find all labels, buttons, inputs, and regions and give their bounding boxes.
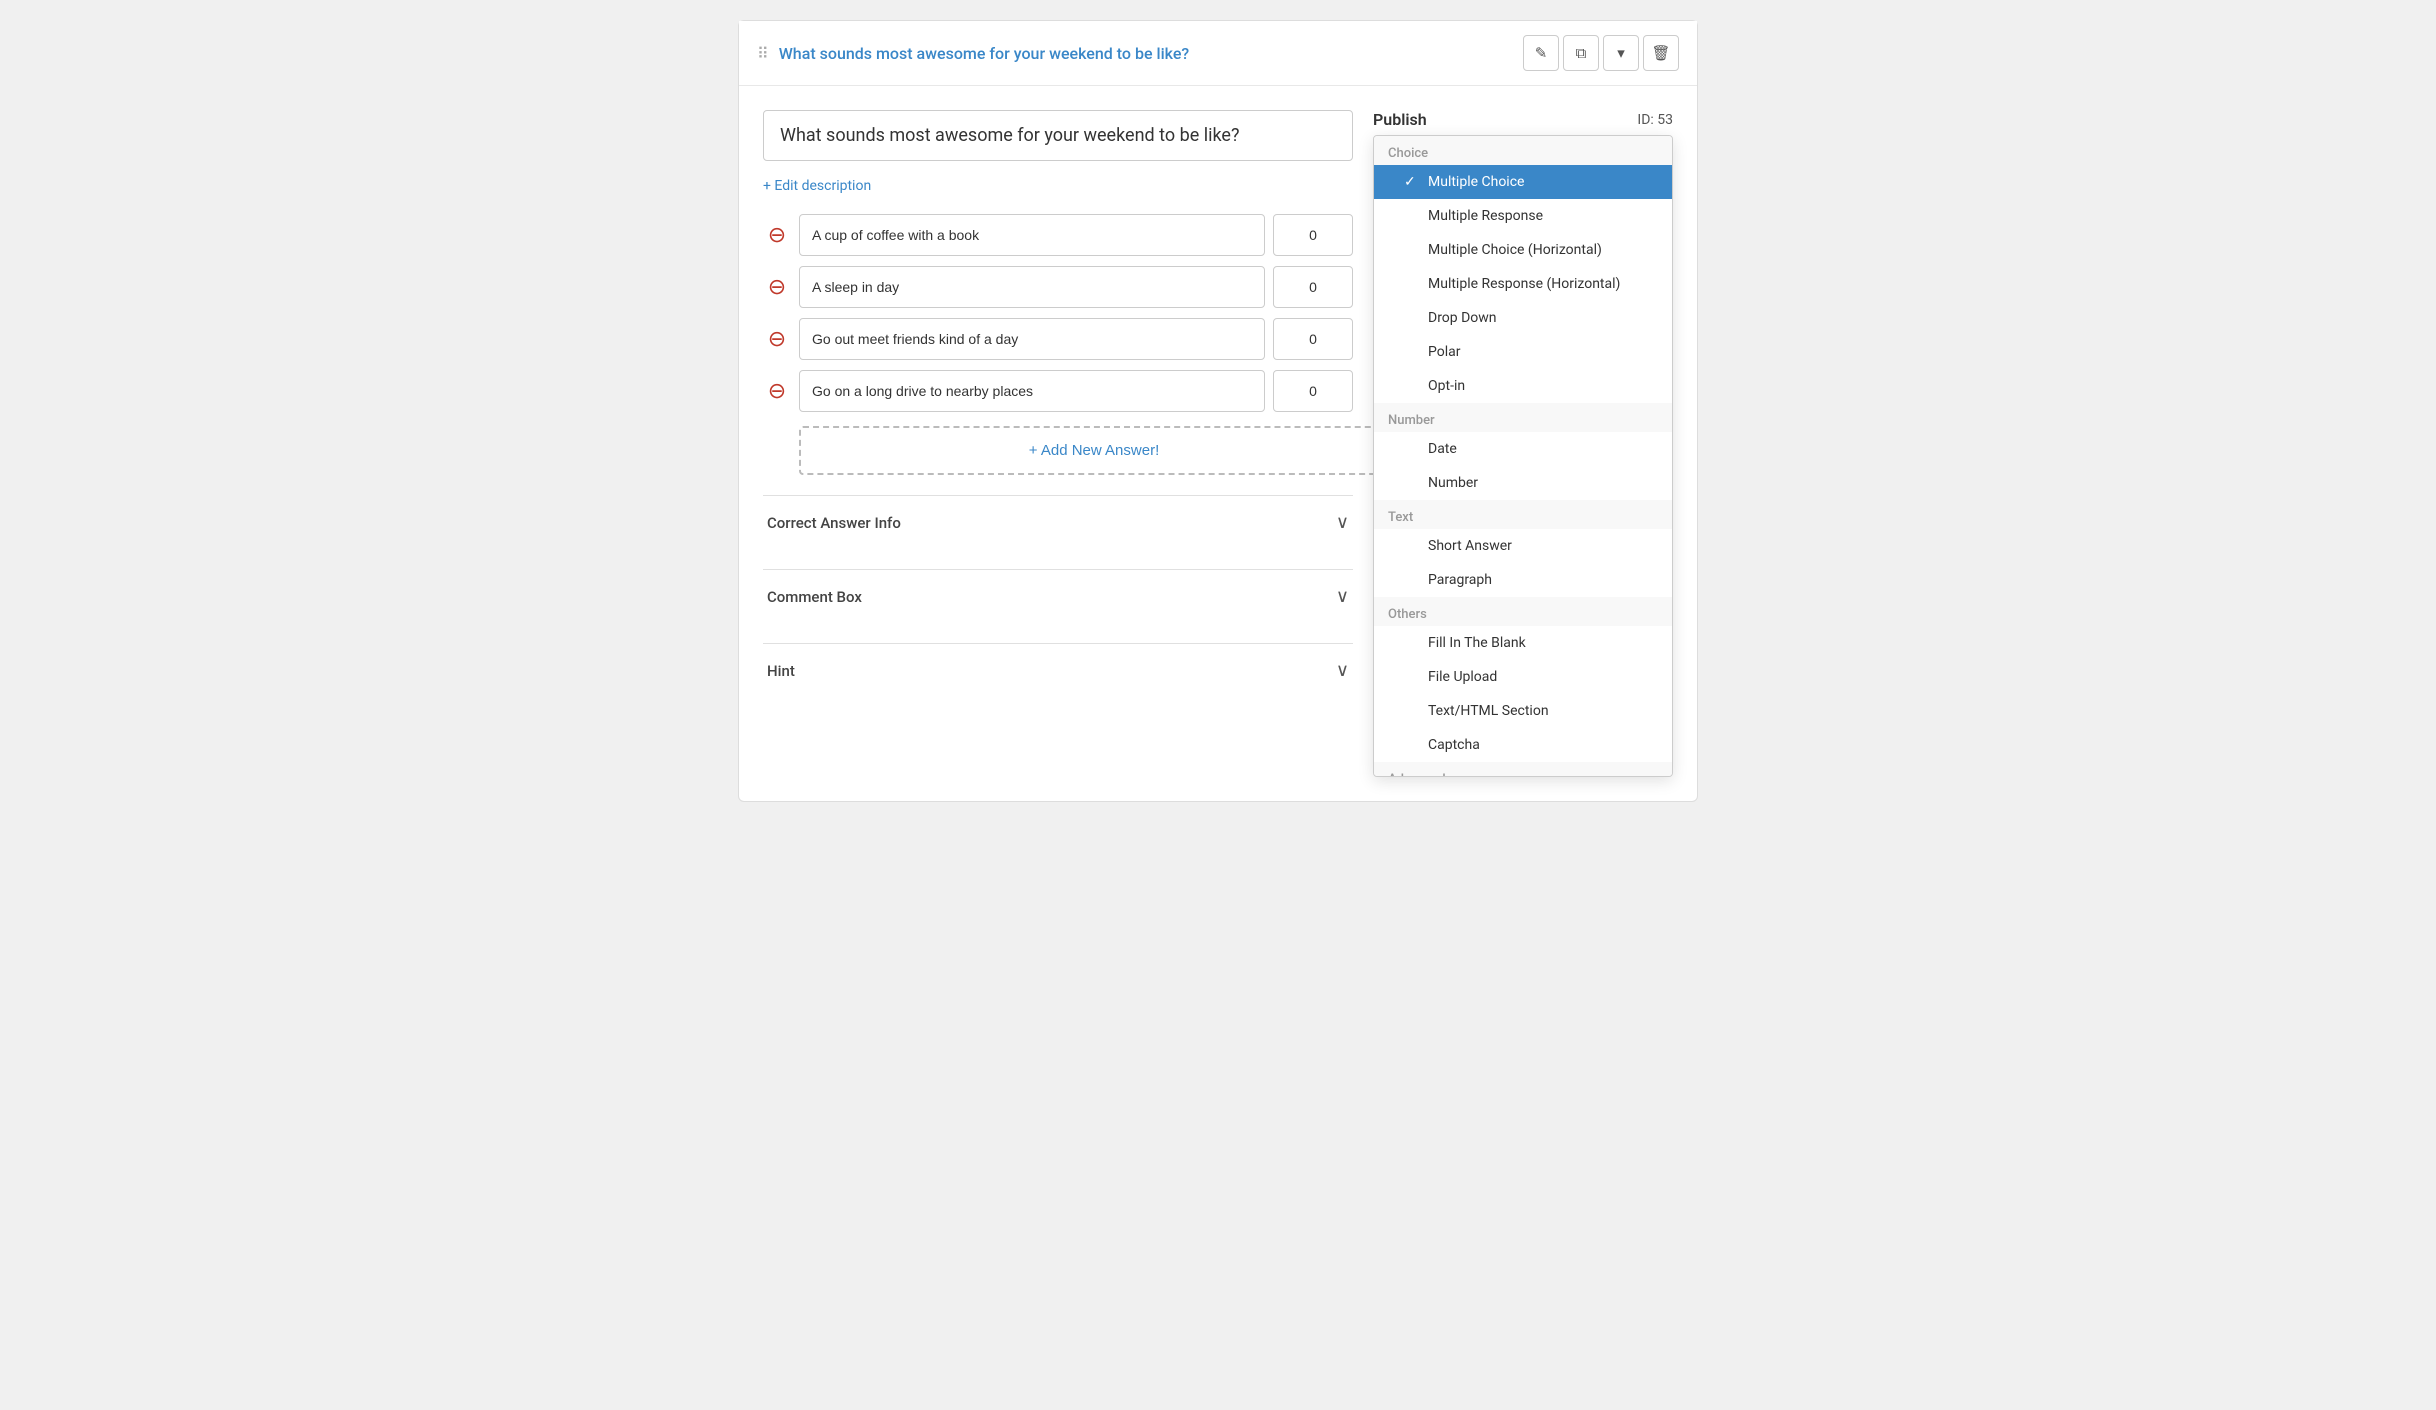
item-label: Multiple Choice <box>1428 174 1524 190</box>
score-4-input[interactable] <box>1273 370 1353 412</box>
group-label-text: Text <box>1374 500 1672 529</box>
comment-box-chevron: ∨ <box>1336 586 1349 607</box>
item-label: Fill In The Blank <box>1428 635 1526 651</box>
group-label-choice: Choice <box>1374 136 1672 165</box>
id-label: ID: 53 <box>1637 112 1673 128</box>
correct-answer-chevron: ∨ <box>1336 512 1349 533</box>
item-label: Short Answer <box>1428 538 1512 554</box>
dropdown-item-number[interactable]: Number <box>1374 466 1672 500</box>
correct-answer-label: Correct Answer Info <box>767 514 901 532</box>
right-panel: Publish ID: 53 Choice ✓ Multiple Choice … <box>1373 110 1673 777</box>
dropdown-item-file-upload[interactable]: File Upload <box>1374 660 1672 694</box>
card-header: ⠿ What sounds most awesome for your week… <box>739 21 1697 86</box>
remove-answer-3-button[interactable]: ⊖ <box>763 325 791 353</box>
remove-answer-4-button[interactable]: ⊖ <box>763 377 791 405</box>
dropdown-item-date[interactable]: Date <box>1374 432 1672 466</box>
hint-label: Hint <box>767 662 795 680</box>
card-title: What sounds most awesome for your weeken… <box>779 44 1189 63</box>
correct-answer-header[interactable]: Correct Answer Info ∨ <box>763 496 1353 549</box>
dropdown-item-short-answer[interactable]: Short Answer <box>1374 529 1672 563</box>
comment-box-label: Comment Box <box>767 588 862 606</box>
dropdown-item-fill-in-the-blank[interactable]: Fill In The Blank <box>1374 626 1672 660</box>
dropdown-item-polar[interactable]: Polar <box>1374 335 1672 369</box>
item-label: Multiple Response <box>1428 208 1543 224</box>
delete-button[interactable]: 🗑 <box>1643 35 1679 71</box>
answer-4-input[interactable] <box>799 370 1265 412</box>
item-label: Paragraph <box>1428 572 1492 588</box>
group-label-advanced: Advanced <box>1374 762 1672 776</box>
answer-row: ⊖ <box>763 214 1353 256</box>
comment-box-section: Comment Box ∨ <box>763 569 1353 623</box>
hint-chevron: ∨ <box>1336 660 1349 681</box>
answer-1-input[interactable] <box>799 214 1265 256</box>
dropdown-item-multiple-response[interactable]: Multiple Response <box>1374 199 1672 233</box>
dropdown-item-opt-in[interactable]: Opt-in <box>1374 369 1672 403</box>
item-label: Date <box>1428 441 1457 457</box>
item-label: Number <box>1428 475 1478 491</box>
publish-label: Publish <box>1373 110 1427 129</box>
dropdown-item-text-html-section[interactable]: Text/HTML Section <box>1374 694 1672 728</box>
score-3-input[interactable] <box>1273 318 1353 360</box>
dropdown-item-drop-down[interactable]: Drop Down <box>1374 301 1672 335</box>
dropdown-item-multiple-choice[interactable]: ✓ Multiple Choice <box>1374 165 1672 199</box>
comment-box-header[interactable]: Comment Box ∨ <box>763 570 1353 623</box>
group-label-number: Number <box>1374 403 1672 432</box>
item-label: Multiple Response (Horizontal) <box>1428 276 1620 292</box>
answer-3-input[interactable] <box>799 318 1265 360</box>
score-2-input[interactable] <box>1273 266 1353 308</box>
drag-icon[interactable]: ⠿ <box>757 44 769 63</box>
item-label: Text/HTML Section <box>1428 703 1549 719</box>
item-label: File Upload <box>1428 669 1497 685</box>
question-text: What sounds most awesome for your weeken… <box>763 110 1353 161</box>
item-label: Multiple Choice (Horizontal) <box>1428 242 1602 258</box>
edit-button[interactable]: ✎ <box>1523 35 1559 71</box>
answer-row: ⊖ <box>763 266 1353 308</box>
item-label: Opt-in <box>1428 378 1465 394</box>
remove-answer-1-button[interactable]: ⊖ <box>763 221 791 249</box>
dropdown-item-multiple-choice-horizontal[interactable]: Multiple Choice (Horizontal) <box>1374 233 1672 267</box>
question-type-dropdown[interactable]: Choice ✓ Multiple Choice Multiple Respon… <box>1373 135 1673 777</box>
card-body: What sounds most awesome for your weeken… <box>739 86 1697 801</box>
hint-section: Hint ∨ <box>763 643 1353 697</box>
collapse-button[interactable]: ▾ <box>1603 35 1639 71</box>
item-label: Polar <box>1428 344 1461 360</box>
hint-header[interactable]: Hint ∨ <box>763 644 1353 697</box>
dropdown-item-captcha[interactable]: Captcha <box>1374 728 1672 762</box>
group-label-others: Others <box>1374 597 1672 626</box>
add-answer-button[interactable]: + Add New Answer! <box>799 426 1389 475</box>
check-icon: ✓ <box>1404 174 1420 190</box>
item-label: Captcha <box>1428 737 1480 753</box>
copy-button[interactable]: ⧉ <box>1563 35 1599 71</box>
header-left: ⠿ What sounds most awesome for your week… <box>757 44 1189 63</box>
dropdown-item-multiple-response-horizontal[interactable]: Multiple Response (Horizontal) <box>1374 267 1672 301</box>
answer-2-input[interactable] <box>799 266 1265 308</box>
correct-answer-section: Correct Answer Info ∨ <box>763 495 1353 549</box>
dropdown-item-paragraph[interactable]: Paragraph <box>1374 563 1672 597</box>
answer-row: ⊖ <box>763 318 1353 360</box>
answer-row: ⊖ <box>763 370 1353 412</box>
question-card: ⠿ What sounds most awesome for your week… <box>738 20 1698 802</box>
item-label: Drop Down <box>1428 310 1497 326</box>
remove-answer-2-button[interactable]: ⊖ <box>763 273 791 301</box>
score-1-input[interactable] <box>1273 214 1353 256</box>
edit-description-link[interactable]: + Edit description <box>763 178 871 194</box>
answers-list: ⊖ ⊖ ⊖ ⊖ <box>763 214 1353 412</box>
header-actions: ✎ ⧉ ▾ 🗑 <box>1523 35 1679 71</box>
publish-bar: Publish ID: 53 <box>1373 110 1673 129</box>
dropdown-list: Choice ✓ Multiple Choice Multiple Respon… <box>1374 136 1672 776</box>
question-area: What sounds most awesome for your weeken… <box>763 110 1353 777</box>
